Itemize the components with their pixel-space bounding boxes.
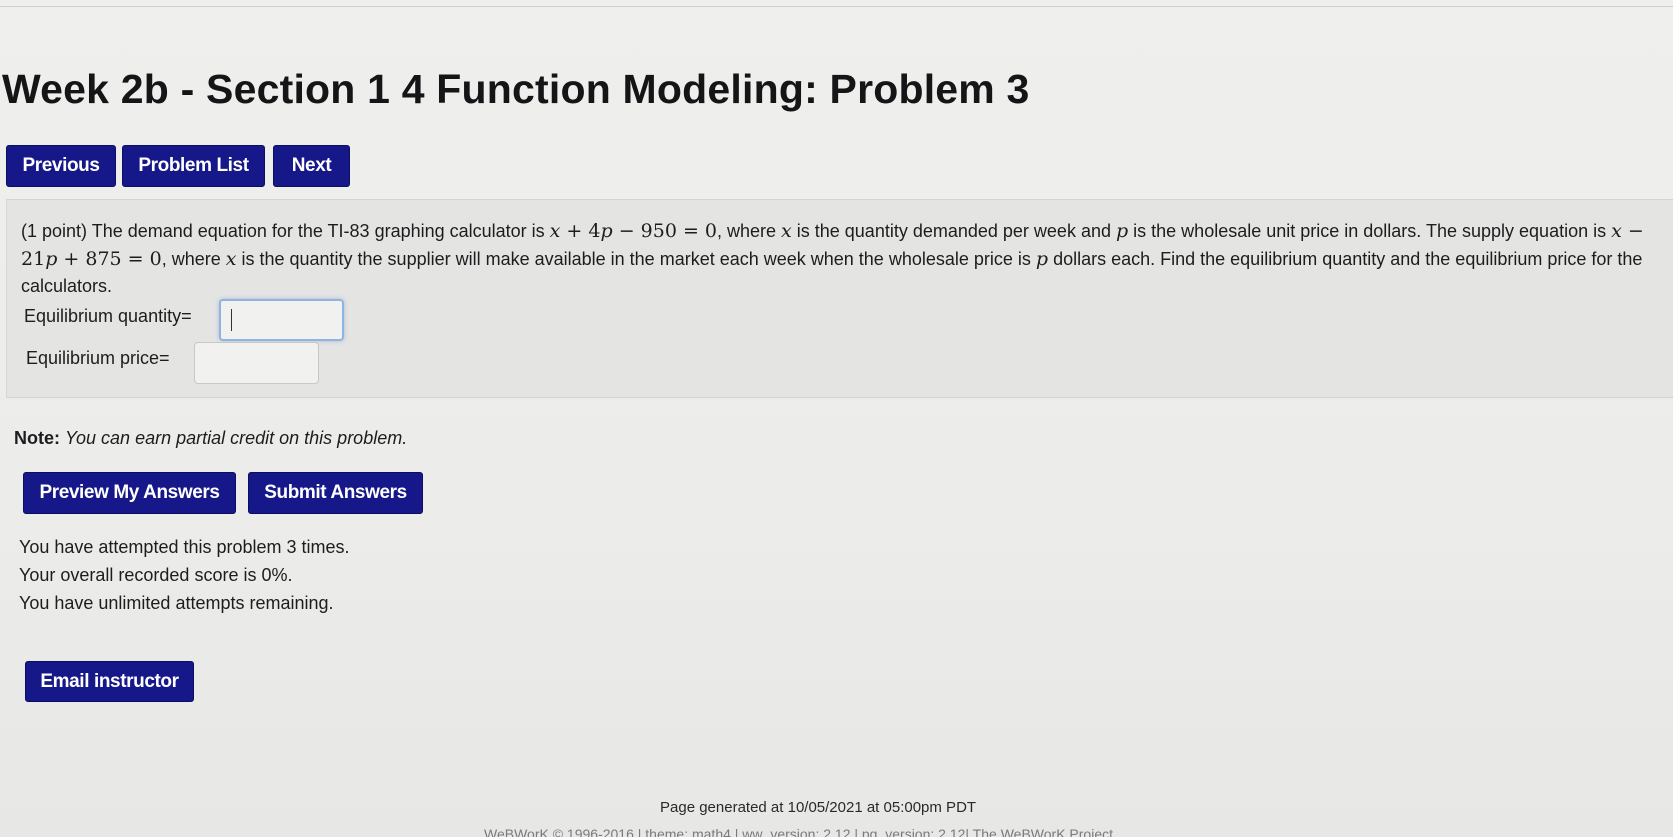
preview-answers-button[interactable]: Preview My Answers bbox=[23, 472, 236, 514]
attempts-count: You have attempted this problem 3 times. bbox=[19, 537, 350, 557]
problem-text-3: is the quantity demanded per week and bbox=[791, 221, 1116, 241]
problem-points: (1 point) bbox=[21, 221, 88, 241]
problem-list-button[interactable]: Problem List bbox=[122, 145, 265, 187]
demand-equation: x + 4p − 950 = 0 bbox=[549, 220, 718, 242]
email-instructor-button[interactable]: Email instructor bbox=[25, 661, 194, 702]
var-p: p bbox=[1115, 220, 1129, 242]
attempts-remaining: You have unlimited attempts remaining. bbox=[19, 593, 334, 613]
problem-text-6: is the quantity the supplier will make a… bbox=[236, 248, 1036, 269]
page-generated-footer: Page generated at 10/05/2021 at 05:00pm … bbox=[660, 799, 977, 816]
top-divider bbox=[0, 6, 1673, 7]
note: Note: You can earn partial credit on thi… bbox=[14, 428, 407, 449]
price-input[interactable] bbox=[194, 342, 319, 384]
var-p: p bbox=[1035, 247, 1049, 270]
quantity-label: Equilibrium quantity= bbox=[24, 306, 192, 326]
submit-answers-button[interactable]: Submit Answers bbox=[248, 472, 423, 514]
credits-footer: WeBWorK © 1996-2016 | theme: math4 | ww_… bbox=[484, 826, 1113, 837]
problem-text-2: , where bbox=[717, 221, 782, 241]
page-title: Week 2b - Section 1 4 Function Modeling:… bbox=[2, 66, 1030, 112]
note-text: You can earn partial credit on this prob… bbox=[65, 428, 408, 448]
var-x: x bbox=[781, 220, 792, 242]
price-label: Equilibrium price= bbox=[26, 348, 170, 368]
recorded-score: Your overall recorded score is 0%. bbox=[19, 565, 293, 585]
problem-text-1: The demand equation for the TI-83 graphi… bbox=[87, 221, 550, 241]
problem-text-5: , where bbox=[161, 248, 226, 269]
var-x: x bbox=[225, 247, 237, 270]
quantity-input[interactable] bbox=[219, 299, 344, 341]
problem-statement: (1 point) The demand equation for the TI… bbox=[21, 218, 1661, 301]
problem-text-4: is the wholesale unit price in dollars. … bbox=[1128, 221, 1612, 241]
problem-box: (1 point) The demand equation for the TI… bbox=[6, 199, 1673, 398]
previous-button[interactable]: Previous bbox=[6, 145, 116, 187]
text-caret bbox=[231, 309, 232, 331]
attempt-status: You have attempted this problem 3 times.… bbox=[19, 533, 350, 617]
webwork-page: Week 2b - Section 1 4 Function Modeling:… bbox=[0, 0, 1673, 837]
note-label: Note: bbox=[14, 428, 60, 448]
next-button[interactable]: Next bbox=[273, 145, 350, 187]
